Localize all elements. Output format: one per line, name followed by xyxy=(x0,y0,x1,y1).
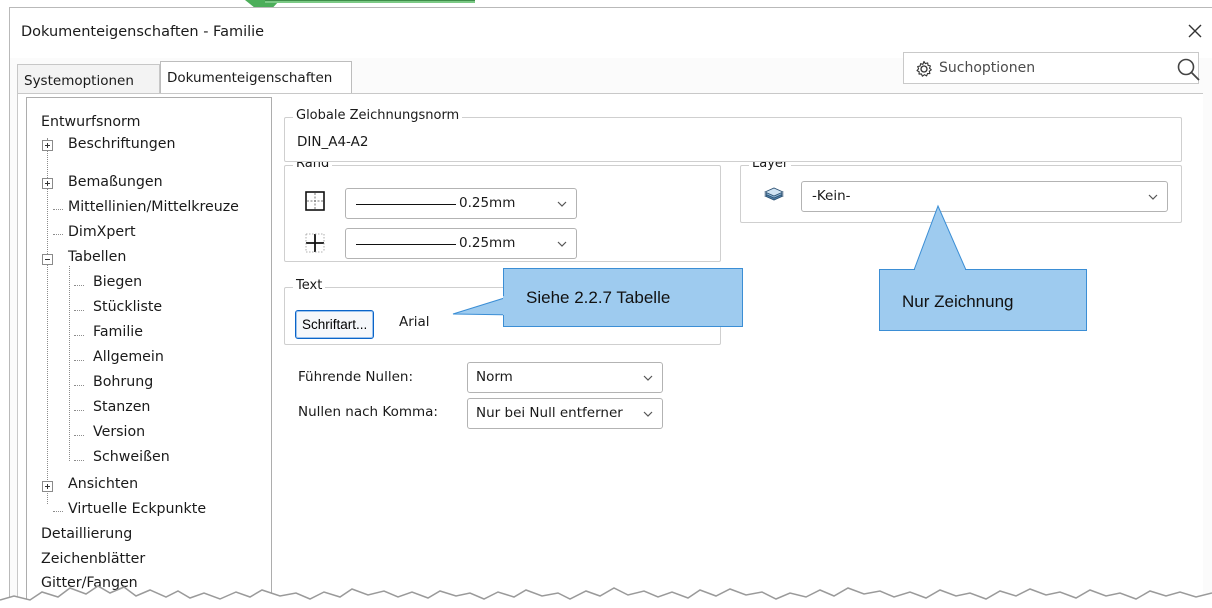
callout-text: Siehe 2.2.7 Tabelle xyxy=(526,288,671,307)
tree-guide xyxy=(53,511,63,512)
tree-item-biegen[interactable]: Biegen xyxy=(93,274,142,290)
tree-guide xyxy=(74,460,84,461)
tab-systemoptionen[interactable]: Systemoptionen xyxy=(17,64,160,94)
font-name: Arial xyxy=(399,314,430,330)
torn-edge xyxy=(0,585,1212,608)
close-icon[interactable] xyxy=(1184,20,1206,42)
rand-group: Rand 0.25mm 0.25mm xyxy=(284,156,721,262)
tree-guide xyxy=(74,310,84,311)
tab-label: Systemoptionen xyxy=(24,73,134,89)
tree-guide xyxy=(53,234,63,235)
tree-guide xyxy=(53,209,63,210)
tree-item-version[interactable]: Version xyxy=(93,424,145,440)
tree-guide xyxy=(69,266,70,461)
tree-guide xyxy=(74,285,84,286)
text-legend: Text xyxy=(293,278,326,293)
tree-item-entwurfsnorm[interactable]: Entwurfsnorm xyxy=(41,114,140,130)
outer-line-select[interactable]: 0.25mm xyxy=(345,188,577,219)
tree-item-bohrung[interactable]: Bohrung xyxy=(93,374,153,390)
inner-line-value: 0.25mm xyxy=(459,235,516,251)
layers-icon xyxy=(763,187,785,209)
layer-select[interactable]: -Kein- xyxy=(801,181,1168,212)
border-inner-icon xyxy=(305,233,325,257)
chevron-down-icon xyxy=(642,408,654,420)
callout-nur-zeichnung: Nur Zeichnung xyxy=(879,269,1087,331)
expand-icon[interactable] xyxy=(42,140,53,151)
fuehrende-nullen-value: Norm xyxy=(476,369,513,385)
callout-pointer xyxy=(913,204,967,271)
tab-label: Dokumenteigenschaften xyxy=(167,70,333,86)
chevron-down-icon xyxy=(1148,194,1158,200)
tree-item-allgemein[interactable]: Allgemein xyxy=(93,349,164,365)
nullen-komma-value: Nur bei Null entferner xyxy=(476,405,623,421)
line-sample xyxy=(356,244,456,245)
tree-guide xyxy=(74,410,84,411)
outer-line-value: 0.25mm xyxy=(459,195,516,211)
fuehrende-nullen-select[interactable]: Norm xyxy=(467,362,663,393)
global-norm-value: DIN_A4-A2 xyxy=(297,134,369,150)
expand-icon[interactable] xyxy=(42,178,53,189)
nullen-komma-select[interactable]: Nur bei Null entferner xyxy=(467,398,663,429)
chevron-down-icon xyxy=(557,201,567,207)
tree-item-stueckliste[interactable]: Stückliste xyxy=(93,299,162,315)
search-placeholder: Suchoptionen xyxy=(939,60,1036,76)
tree-item-ansichten[interactable]: Ansichten xyxy=(68,476,138,492)
tree-guide xyxy=(74,435,84,436)
tree-item-virtuelle-eckpunkte[interactable]: Virtuelle Eckpunkte xyxy=(68,501,206,517)
layer-value: -Kein- xyxy=(812,188,851,204)
magnifier-icon[interactable] xyxy=(1176,57,1202,87)
nullen-komma-label: Nullen nach Komma: xyxy=(298,404,438,420)
font-button[interactable]: Schriftart... xyxy=(295,310,375,339)
tree-item-stanzen[interactable]: Stanzen xyxy=(93,399,150,415)
tree-guide xyxy=(47,138,48,504)
tree-item-mittellinien[interactable]: Mittellinien/Mittelkreuze xyxy=(68,199,239,215)
tab-dokumenteigenschaften[interactable]: Dokumenteigenschaften xyxy=(160,61,352,94)
chevron-down-icon xyxy=(643,375,653,381)
window-title: Dokumenteigenschaften - Familie xyxy=(21,24,265,40)
border-outer-icon xyxy=(305,191,325,215)
global-norm-legend: Globale Zeichnungsnorm xyxy=(293,108,463,123)
callout-text: Nur Zeichnung xyxy=(902,292,1014,311)
inner-line-select[interactable]: 0.25mm xyxy=(345,228,577,259)
search-input[interactable]: Suchoptionen xyxy=(903,52,1199,84)
tree-item-beschriftungen[interactable]: Beschriftungen xyxy=(68,136,175,152)
tree-item-tabellen[interactable]: Tabellen xyxy=(68,249,126,265)
tree-guide xyxy=(74,335,84,336)
callout-siehe-tabelle: Siehe 2.2.7 Tabelle xyxy=(503,268,743,327)
tree-item-schweissen[interactable]: Schweißen xyxy=(93,449,170,465)
collapse-icon[interactable] xyxy=(42,254,53,265)
tree-item-bemassungen[interactable]: Bemaßungen xyxy=(68,174,163,190)
chevron-down-icon xyxy=(557,241,567,247)
line-sample xyxy=(356,204,456,205)
callout-pointer-mask xyxy=(915,269,965,271)
callout-pointer-mask xyxy=(503,296,505,315)
gear-icon xyxy=(914,59,934,83)
fuehrende-nullen-label: Führende Nullen: xyxy=(298,369,413,385)
tree-item-familie[interactable]: Familie xyxy=(93,324,143,340)
tree-item-zeichenblaetter[interactable]: Zeichenblätter xyxy=(41,551,145,567)
expand-icon[interactable] xyxy=(42,481,53,492)
global-norm-group: Globale Zeichnungsnorm DIN_A4-A2 xyxy=(284,108,1182,162)
tree-item-detaillierung[interactable]: Detaillierung xyxy=(41,526,132,542)
options-tree: Entwurfsnorm Beschriftungen Bemaßungen M… xyxy=(26,97,272,608)
tree-guide xyxy=(74,385,84,386)
tree-guide xyxy=(74,360,84,361)
tree-item-dimxpert[interactable]: DimXpert xyxy=(68,224,136,240)
title-bar: Dokumenteigenschaften - Familie xyxy=(10,8,1212,58)
